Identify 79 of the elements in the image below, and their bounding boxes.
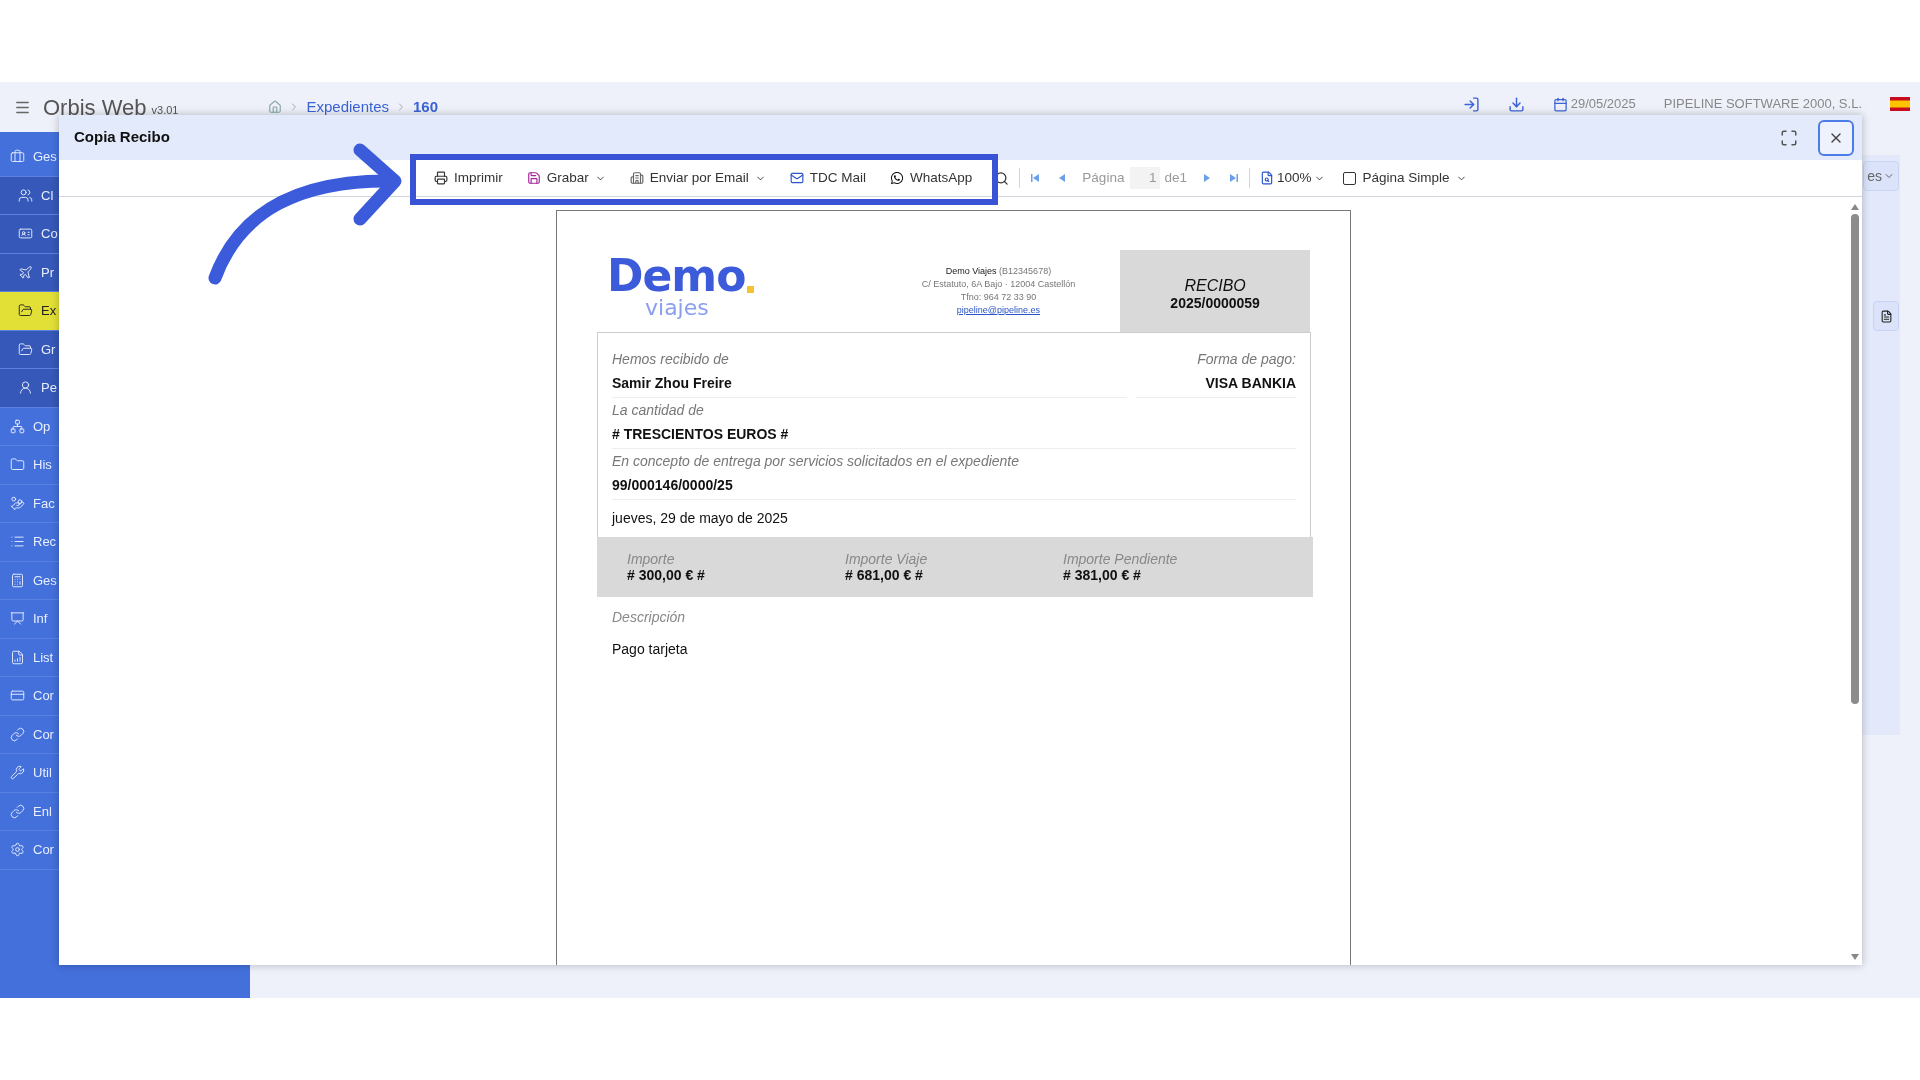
breadcrumb-link[interactable]: 160: [413, 95, 439, 119]
phone-bubble-icon: [890, 171, 905, 185]
card-icon: [10, 688, 25, 704]
folder-icon: [10, 457, 25, 473]
breadcrumb-link[interactable]: Expedientes: [306, 95, 389, 119]
zoom-dropdown[interactable]: 100%: [1259, 167, 1326, 189]
company-address: C/ Estatuto, 6A Bajo · 12004 Castellón: [921, 278, 1076, 291]
list-icon: [10, 534, 25, 550]
settings-icon: [10, 842, 25, 858]
maximize-icon[interactable]: [1780, 128, 1798, 147]
total-label: Importe Pendiente: [1063, 551, 1179, 567]
scrollbar-thumb[interactable]: [1851, 214, 1859, 704]
toolbar-button[interactable]: WhatsApp: [890, 167, 973, 189]
scroll-up-icon[interactable]: [1850, 203, 1860, 211]
toolbar-button[interactable]: TDC Mail: [789, 167, 867, 189]
total-value: # 681,00 € #: [845, 566, 923, 583]
payer-name: Samir Zhou Freire: [612, 373, 1127, 398]
folder-icon: [18, 303, 33, 319]
field-label: En concepto de entrega por servicios solicitados en el expediente: [612, 452, 1021, 471]
field-label: La cantidad de: [612, 401, 705, 420]
mail-icon: [789, 171, 804, 185]
flag-icon[interactable]: [1890, 97, 1910, 111]
zoom-page-icon: [1259, 171, 1274, 185]
link-icon: [10, 726, 25, 742]
download-icon[interactable]: [1507, 95, 1525, 113]
building-icon: [629, 171, 644, 185]
folder-icon: [18, 341, 33, 357]
total-label: Importe Viaje: [845, 551, 929, 567]
login-icon[interactable]: [1462, 95, 1480, 113]
close-button[interactable]: [1818, 119, 1854, 156]
company-name: PIPELINE SOFTWARE 2000, S.L.: [1663, 95, 1862, 114]
total-value: # 381,00 € #: [1063, 566, 1142, 583]
person-icon: [18, 380, 33, 396]
logo-subtitle: viajes: [644, 296, 710, 320]
checkbox[interactable]: [1343, 171, 1357, 185]
file-number: 99/000146/0000/25: [612, 475, 1296, 500]
toolbar-button[interactable]: Grabar: [526, 167, 606, 189]
receipt-date: jueves, 29 de mayo de 2025: [612, 509, 789, 528]
briefcase-icon: [10, 149, 25, 165]
tools-icon: [10, 765, 25, 781]
printer-icon: [434, 171, 448, 185]
description-text: Pago tarjeta: [612, 640, 689, 659]
payment-method: VISA BANKIA: [1136, 373, 1296, 398]
id-card-icon: [18, 226, 33, 242]
network-icon: [10, 418, 25, 434]
scroll-down-icon[interactable]: [1850, 953, 1860, 961]
date-text: 29/05/2025: [1570, 95, 1636, 114]
receipt-number: 2025/0000059: [1170, 295, 1260, 311]
document-icon: [1879, 309, 1893, 323]
people-icon: [18, 187, 33, 203]
link-icon: [10, 803, 25, 819]
app-version: v3.01: [151, 102, 179, 118]
company-name: Demo Viajes (B12345678): [945, 265, 1052, 278]
toolbar-button[interactable]: Imprimir: [434, 167, 503, 189]
email-link[interactable]: pipeline@pipeline.es: [956, 304, 1041, 317]
amount-in-words: # TRESCIENTOS EUROS #: [612, 424, 1296, 449]
logo-wordmark: Demo: [607, 256, 746, 296]
toolbar-button[interactable]: Enviar por Email: [629, 167, 766, 189]
money-bag-icon: [10, 495, 25, 511]
dialog-title: Copia Recibo: [74, 127, 170, 148]
receipt-title: RECIBO: [1184, 277, 1246, 295]
field-label: Descripción: [612, 608, 687, 627]
total-label: Importe: [627, 551, 676, 567]
app-title: Orbis Web: [43, 93, 147, 122]
dropdown-button[interactable]: es: [1863, 161, 1899, 191]
total-value: # 300,00 € #: [627, 566, 706, 583]
page-label: Página: [1082, 168, 1125, 187]
page-count: de1: [1164, 168, 1187, 187]
calculator-icon: [10, 572, 25, 588]
home-icon[interactable]: [268, 100, 283, 114]
field-label: Forma de pago:: [1197, 350, 1296, 369]
single-page-toggle[interactable]: Página Simple: [1343, 167, 1467, 189]
calendar-icon: [1552, 96, 1568, 112]
field-label: Hemos recibido de: [612, 350, 729, 369]
company-phone: Tfno: 964 72 33 90: [960, 291, 1037, 304]
report-icon: [10, 649, 25, 665]
pdf-button[interactable]: [1873, 301, 1899, 331]
plane-icon: [18, 264, 33, 280]
presentation-icon: [10, 611, 25, 627]
